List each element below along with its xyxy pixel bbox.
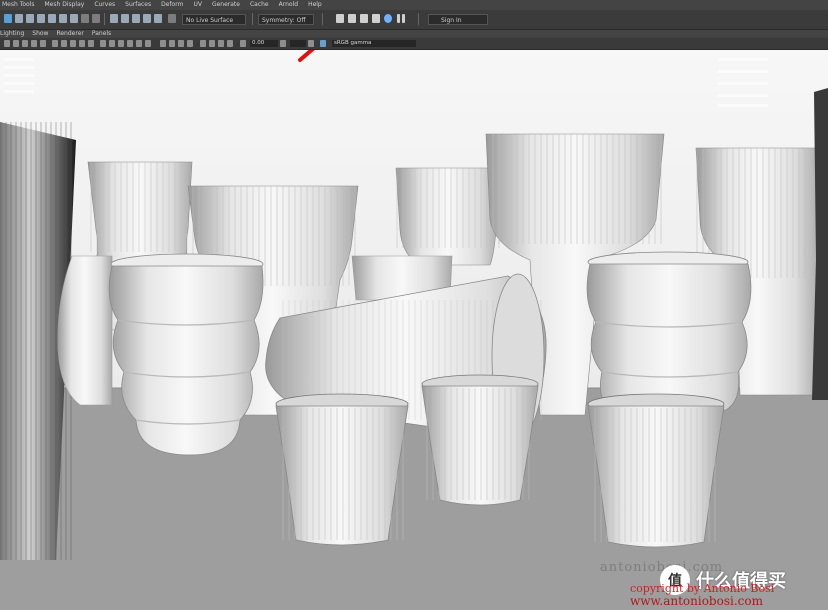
film-gate-icon[interactable] bbox=[52, 40, 58, 47]
menu-curves[interactable]: Curves bbox=[94, 0, 115, 10]
separator bbox=[418, 13, 419, 25]
screen-space-ao-icon[interactable] bbox=[160, 40, 166, 47]
gate-mask-icon[interactable] bbox=[70, 40, 76, 47]
lock-icon[interactable] bbox=[81, 14, 89, 23]
scale-tool-icon[interactable] bbox=[37, 14, 45, 23]
3d-viewport[interactable] bbox=[0, 50, 828, 610]
lights-icon[interactable] bbox=[136, 40, 142, 47]
exposure-field[interactable]: 0.00 bbox=[250, 40, 278, 47]
depth-of-field-icon[interactable] bbox=[187, 40, 193, 47]
render-view-icon[interactable] bbox=[336, 14, 344, 23]
panel-menu-bar: Lighting Show Renderer Panels bbox=[0, 30, 828, 38]
magnet-icon[interactable] bbox=[168, 14, 176, 23]
panel-menu-panels[interactable]: Panels bbox=[92, 30, 111, 38]
separator bbox=[322, 13, 323, 25]
view-transform-dropdown[interactable]: sRGB gamma bbox=[332, 40, 416, 47]
field-chart-icon[interactable] bbox=[79, 40, 85, 47]
snap-grid-icon[interactable] bbox=[110, 14, 118, 23]
motion-blur-icon[interactable] bbox=[169, 40, 175, 47]
panel-menu-show[interactable]: Show bbox=[32, 30, 48, 38]
main-menu-bar: Mesh Tools Mesh Display Curves Surfaces … bbox=[0, 0, 828, 10]
menu-surfaces[interactable]: Surfaces bbox=[125, 0, 151, 10]
menu-help[interactable]: Help bbox=[308, 0, 322, 10]
status-line: No Live Surface Symmetry: Off Sign In bbox=[0, 10, 828, 30]
cup-back-center bbox=[395, 167, 501, 266]
panel-menu-lighting[interactable]: Lighting bbox=[0, 30, 24, 38]
xray-icon[interactable] bbox=[209, 40, 215, 47]
rotate-tool-icon[interactable] bbox=[26, 14, 34, 23]
menu-arnold[interactable]: Arnold bbox=[279, 0, 298, 10]
pause-icon-bar bbox=[402, 14, 405, 23]
bubble-cup-left-small bbox=[57, 255, 113, 406]
gamma-icon[interactable] bbox=[280, 40, 286, 47]
sign-in-dropdown[interactable]: Sign In bbox=[428, 14, 488, 25]
snap-surface-icon[interactable] bbox=[154, 14, 162, 23]
select-tool-icon[interactable] bbox=[4, 14, 12, 23]
menu-deform[interactable]: Deform bbox=[161, 0, 183, 10]
grid-icon[interactable] bbox=[40, 40, 46, 47]
menu-mesh-tools[interactable]: Mesh Tools bbox=[2, 0, 34, 10]
snap-curve-icon[interactable] bbox=[121, 14, 129, 23]
menu-generate[interactable]: Generate bbox=[212, 0, 240, 10]
arnold-render-icon[interactable] bbox=[384, 14, 392, 23]
menu-mesh-display[interactable]: Mesh Display bbox=[44, 0, 84, 10]
textured-icon[interactable] bbox=[127, 40, 133, 47]
gamma-field[interactable] bbox=[290, 40, 306, 47]
hierarchy-icon[interactable] bbox=[70, 14, 78, 23]
move-tool-icon[interactable] bbox=[15, 14, 23, 23]
menu-uv[interactable]: UV bbox=[193, 0, 202, 10]
separator bbox=[252, 13, 253, 25]
camera-icon[interactable] bbox=[4, 40, 10, 47]
exposure-icon[interactable] bbox=[240, 40, 246, 47]
snap-view-icon[interactable] bbox=[143, 14, 151, 23]
ipr-render-icon[interactable] bbox=[360, 14, 368, 23]
isolate-select-icon[interactable] bbox=[200, 40, 206, 47]
camera-attr-icon[interactable] bbox=[13, 40, 19, 47]
live-surface-dropdown[interactable]: No Live Surface bbox=[182, 14, 246, 25]
panel-menu-renderer[interactable]: Renderer bbox=[56, 30, 83, 38]
ribbed-cup-front-center bbox=[421, 374, 539, 506]
safe-action-icon[interactable] bbox=[88, 40, 94, 47]
selection-mask-icon[interactable] bbox=[92, 14, 100, 23]
viewport-toolbar: 0.00 sRGB gamma bbox=[0, 38, 828, 50]
wire-on-shaded-icon[interactable] bbox=[118, 40, 124, 47]
resolution-gate-icon[interactable] bbox=[61, 40, 67, 47]
render-settings-icon[interactable] bbox=[372, 14, 380, 23]
bookmark-icon[interactable] bbox=[22, 40, 28, 47]
smooth-shade-icon[interactable] bbox=[109, 40, 115, 47]
view-transform-icon[interactable] bbox=[320, 40, 326, 47]
render-frame-icon[interactable] bbox=[348, 14, 356, 23]
watermark-url: www.antoniobosi.com bbox=[630, 594, 763, 608]
ribbed-cup-front-left bbox=[275, 393, 409, 546]
component-mode-icon[interactable] bbox=[59, 14, 67, 23]
image-plane-icon[interactable] bbox=[31, 40, 37, 47]
pause-icon[interactable] bbox=[397, 14, 400, 23]
ribbed-cup-front-right bbox=[587, 393, 725, 548]
separator bbox=[104, 13, 105, 25]
color-management-icon[interactable] bbox=[308, 40, 314, 47]
symmetry-dropdown[interactable]: Symmetry: Off bbox=[258, 14, 314, 25]
object-mode-icon[interactable] bbox=[48, 14, 56, 23]
anti-alias-icon[interactable] bbox=[178, 40, 184, 47]
shadows-icon[interactable] bbox=[145, 40, 151, 47]
xray-components-icon[interactable] bbox=[227, 40, 233, 47]
xray-joints-icon[interactable] bbox=[218, 40, 224, 47]
menu-cache[interactable]: Cache bbox=[250, 0, 269, 10]
wireframe-icon[interactable] bbox=[100, 40, 106, 47]
snap-point-icon[interactable] bbox=[132, 14, 140, 23]
bubble-cup-right bbox=[586, 251, 752, 411]
